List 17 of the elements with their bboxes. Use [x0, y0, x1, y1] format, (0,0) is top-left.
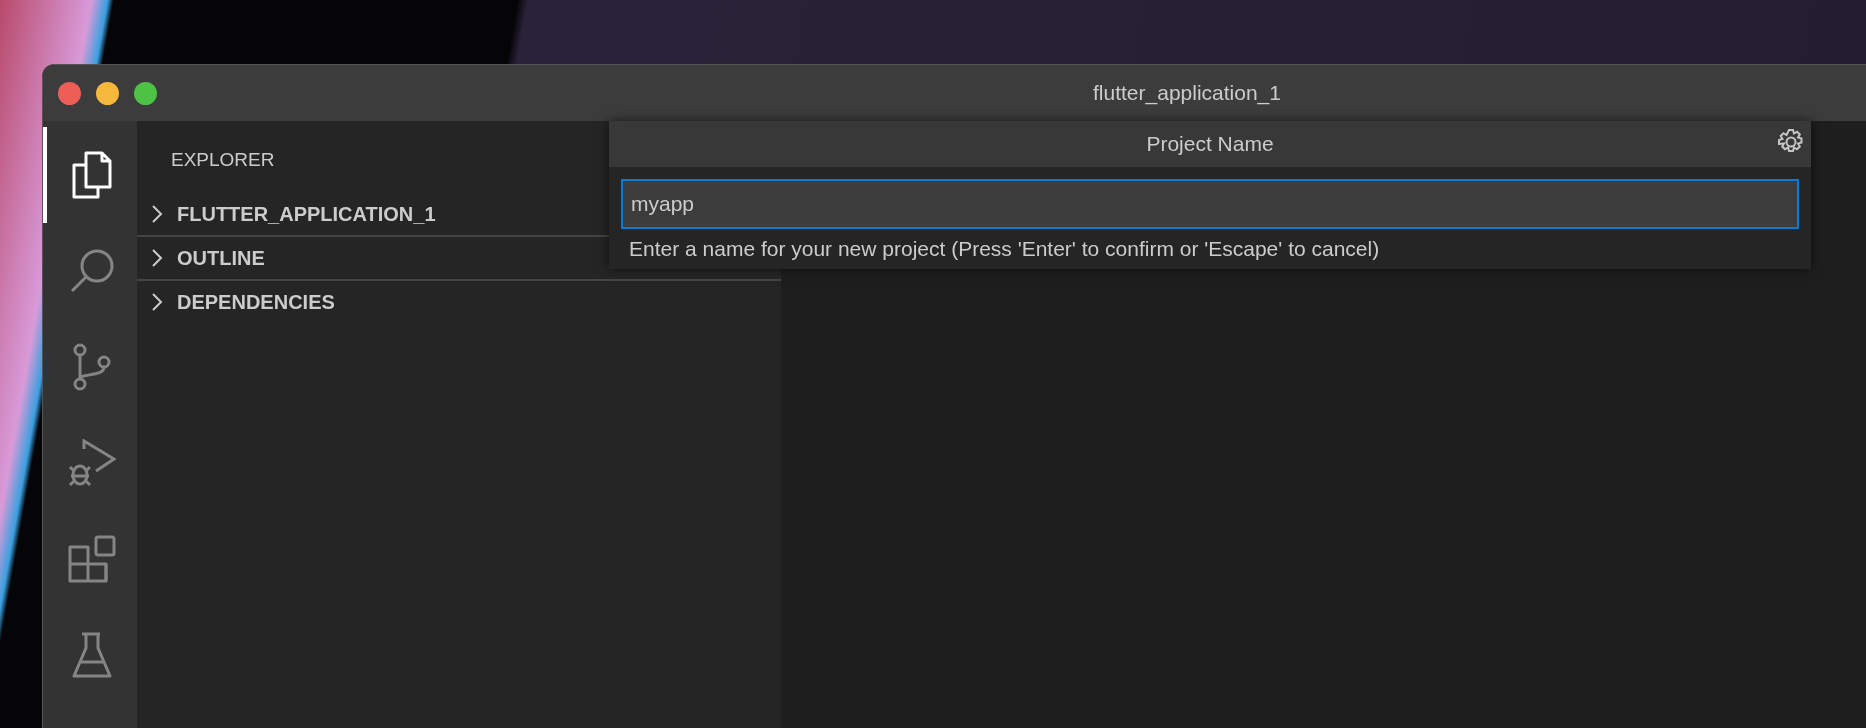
search-icon [69, 248, 115, 294]
extensions-icon [68, 535, 116, 583]
zoom-button[interactable] [134, 81, 157, 105]
files-icon [72, 151, 112, 199]
close-button[interactable] [58, 81, 81, 105]
chevron-icon [151, 292, 163, 312]
chevron-icon [151, 204, 163, 224]
run-debug-icon [68, 439, 116, 487]
minimize-button[interactable] [96, 81, 119, 105]
section-header[interactable]: DEPENDENCIES [137, 281, 781, 323]
flask-icon [72, 632, 112, 678]
project-name-input[interactable]: myapp [621, 179, 1799, 229]
sidebar-title: EXPLORER [171, 149, 275, 171]
chevron-icon [151, 248, 163, 268]
branch-icon [72, 343, 112, 391]
window-title: flutter_application_1 [1093, 81, 1281, 105]
quick-input-title: Project Name [1146, 132, 1274, 156]
